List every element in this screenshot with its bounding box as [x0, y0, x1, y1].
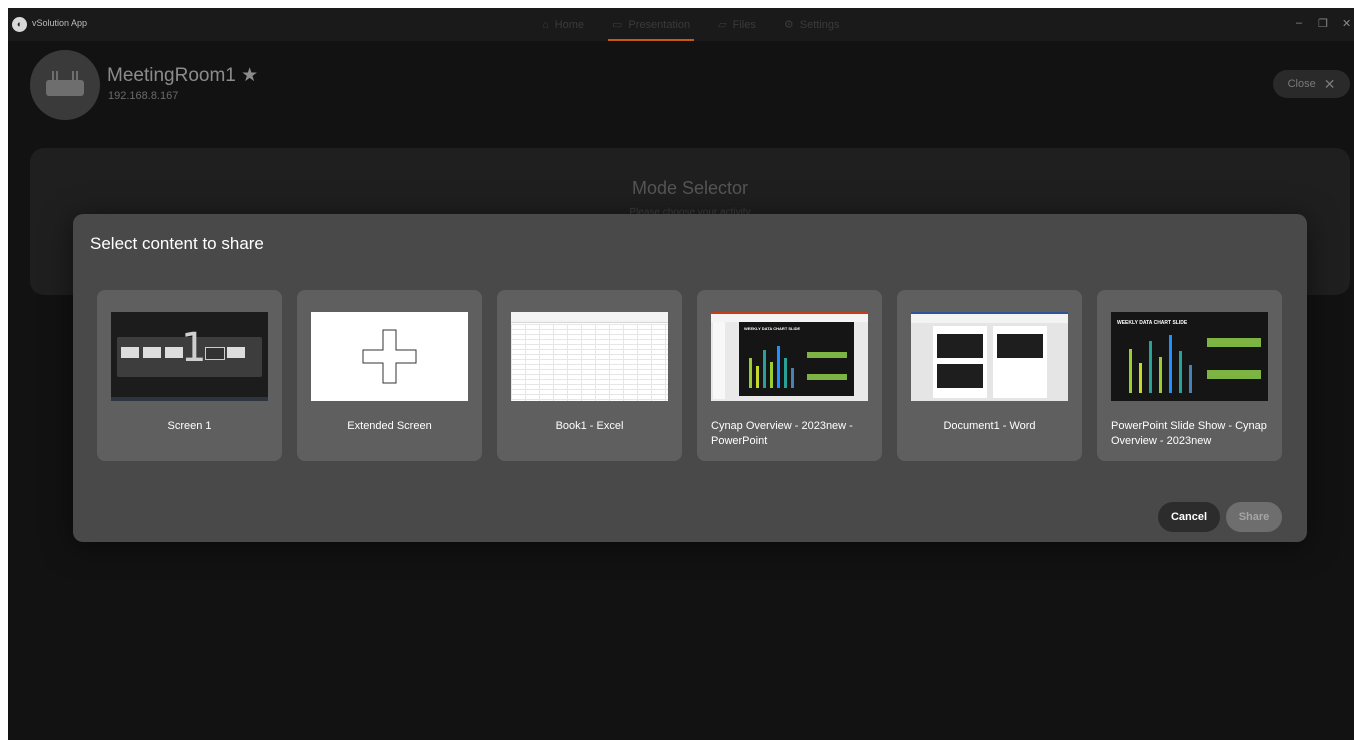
chart-bar — [756, 366, 759, 388]
slide-title: WEEKLY DATA CHART SLIDE — [1117, 320, 1188, 326]
powerpoint-thumbnail: WEEKLY DATA CHART SLIDE — [711, 312, 868, 401]
minimize-button[interactable]: – — [1296, 17, 1302, 29]
people-row — [1207, 370, 1261, 379]
nav-home-label: Home — [554, 18, 584, 31]
share-content-dialog: Select content to share 1 Screen 1 Exten… — [73, 214, 1307, 542]
chart-bar — [777, 346, 780, 388]
slide-panel — [713, 322, 725, 399]
extended-screen-thumbnail — [311, 312, 468, 401]
chart-bar — [763, 350, 766, 388]
content-item-label: Book1 - Excel — [555, 420, 624, 432]
mode-selector-title: Mode Selector — [631, 178, 749, 198]
people-row — [807, 374, 847, 380]
screen-thumbnail: 1 — [111, 312, 268, 401]
word-embedded-image — [937, 364, 983, 388]
content-item-label: PowerPoint Slide Show - Cynap Overview -… — [1111, 420, 1267, 447]
mini-window — [143, 347, 161, 358]
nav-settings-label: Settings — [799, 18, 840, 31]
app-logo-icon: ◐ — [12, 17, 27, 32]
app-window: ◐ vSolution App ⌂ Home ▭ Presentation ▱ … — [8, 8, 1354, 740]
chart-bar — [1179, 351, 1182, 393]
main-nav: ⌂ Home ▭ Presentation ▱ Files ⚙ Settings — [528, 8, 854, 41]
chart-bar — [1129, 349, 1132, 393]
close-room-button[interactable]: Close ✕ — [1273, 70, 1350, 98]
room-name: MeetingRoom1 ★ — [107, 65, 259, 86]
screen-number: 1 — [181, 325, 207, 371]
content-item-extended-screen[interactable]: Extended Screen — [297, 290, 482, 461]
gear-icon: ⚙ — [783, 19, 794, 31]
close-room-label: Close — [1287, 78, 1316, 90]
folder-icon: ▱ — [718, 19, 727, 31]
chart-bar — [1139, 363, 1142, 393]
word-embedded-image — [997, 334, 1043, 358]
dialog-title: Select content to share — [90, 234, 264, 253]
people-row — [807, 352, 847, 358]
content-item-slideshow[interactable]: WEEKLY DATA CHART SLIDE PowerPoint Slide… — [1097, 290, 1282, 461]
device-icon — [46, 71, 84, 96]
content-item-screen-1[interactable]: 1 Screen 1 — [97, 290, 282, 461]
chart-bar — [784, 358, 787, 388]
title-bar: ◐ vSolution App ⌂ Home ▭ Presentation ▱ … — [8, 8, 1354, 41]
mini-window — [121, 347, 139, 358]
room-ip: 192.168.8.167 — [108, 90, 179, 102]
nav-presentation[interactable]: ▭ Presentation — [598, 8, 704, 41]
content-item-label: Extended Screen — [347, 420, 432, 432]
chart-bar — [1159, 357, 1162, 393]
content-item-label: Document1 - Word — [943, 420, 1036, 432]
chart-bar — [791, 368, 794, 388]
maximize-button[interactable]: ❐ — [1318, 17, 1328, 30]
word-embedded-image — [937, 334, 983, 358]
nav-files[interactable]: ▱ Files — [704, 8, 770, 41]
nav-home[interactable]: ⌂ Home — [528, 8, 598, 41]
taskbar — [111, 397, 268, 401]
word-page — [993, 326, 1047, 398]
nav-presentation-label: Presentation — [628, 18, 691, 31]
share-button[interactable]: Share — [1226, 502, 1282, 532]
slideshow-thumbnail: WEEKLY DATA CHART SLIDE — [1111, 312, 1268, 401]
close-icon: ✕ — [1323, 75, 1336, 92]
word-ribbon — [911, 312, 1068, 323]
content-item-powerpoint[interactable]: WEEKLY DATA CHART SLIDE Cynap Overview -… — [697, 290, 882, 461]
content-item-label: Cynap Overview - 2023new - PowerPoint — [711, 420, 853, 447]
nav-files-label: Files — [732, 18, 756, 31]
content-item-word[interactable]: Document1 - Word — [897, 290, 1082, 461]
chart-bar — [1189, 365, 1192, 393]
chart-bar — [770, 362, 773, 388]
device-avatar — [30, 50, 100, 120]
excel-grid — [511, 324, 668, 401]
word-thumbnail — [911, 312, 1068, 401]
chart-bar — [1169, 335, 1172, 393]
slide-preview: WEEKLY DATA CHART SLIDE — [739, 322, 854, 396]
presentation-icon: ▭ — [612, 19, 623, 31]
chart-bar — [749, 358, 752, 388]
mini-window — [205, 347, 225, 360]
powerpoint-ribbon — [711, 312, 868, 322]
word-page — [933, 326, 987, 398]
content-item-label: Screen 1 — [167, 420, 212, 432]
plus-icon — [362, 329, 417, 384]
app-title: vSolution App — [32, 18, 88, 28]
home-icon: ⌂ — [542, 18, 549, 31]
chart-bar — [1149, 341, 1152, 393]
mini-window — [227, 347, 245, 358]
excel-ribbon — [511, 312, 668, 323]
excel-thumbnail — [511, 312, 668, 401]
people-row — [1207, 338, 1261, 347]
slide-title: WEEKLY DATA CHART SLIDE — [744, 326, 801, 331]
cancel-button[interactable]: Cancel — [1158, 502, 1220, 532]
window-close-button[interactable]: ✕ — [1342, 17, 1351, 30]
content-item-excel[interactable]: Book1 - Excel — [497, 290, 682, 461]
nav-settings[interactable]: ⚙ Settings — [770, 8, 854, 41]
